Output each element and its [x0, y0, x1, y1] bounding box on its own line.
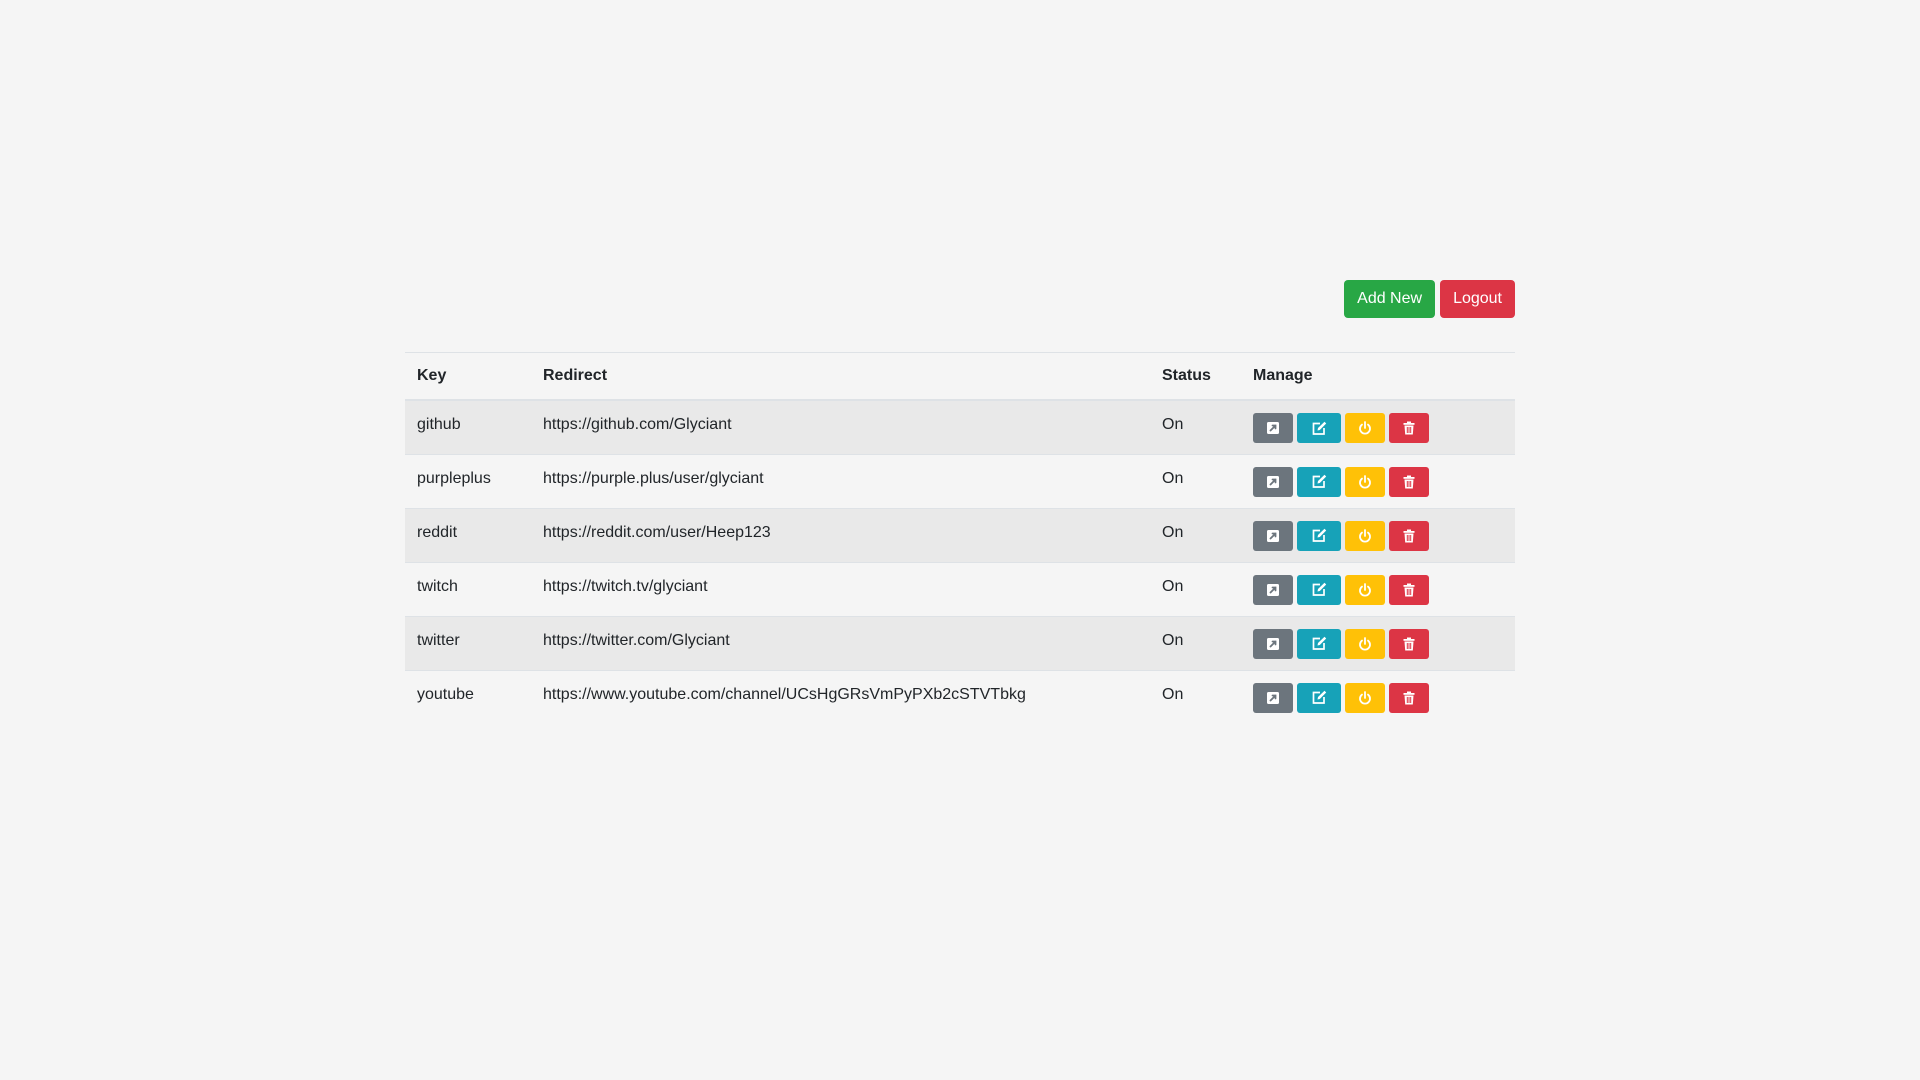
cell-manage — [1241, 453, 1515, 508]
row-actions — [1253, 466, 1503, 497]
cell-key: github — [405, 399, 531, 454]
row-actions — [1253, 682, 1503, 713]
open-button[interactable] — [1253, 682, 1293, 713]
cell-manage — [1241, 615, 1515, 670]
external-link-icon — [1266, 475, 1280, 489]
edit-icon — [1311, 421, 1327, 436]
table-row: purpleplus https://purple.plus/user/glyc… — [405, 453, 1515, 508]
edit-button[interactable] — [1297, 413, 1341, 443]
power-icon — [1358, 690, 1372, 705]
row-actions — [1253, 413, 1503, 443]
power-icon — [1358, 421, 1372, 435]
edit-icon — [1311, 474, 1327, 489]
edit-button[interactable] — [1297, 466, 1341, 497]
cell-status: On — [1150, 669, 1241, 724]
edit-button[interactable] — [1297, 520, 1341, 551]
cell-key: purpleplus — [405, 453, 531, 508]
header-key: Key — [405, 352, 531, 401]
trash-icon — [1403, 421, 1415, 435]
toggle-button[interactable] — [1345, 628, 1385, 659]
table-row: reddit https://reddit.com/user/Heep123 O… — [405, 507, 1515, 562]
table-row: github https://github.com/Glyciant On — [405, 399, 1515, 454]
cell-redirect: https://twitter.com/Glyciant — [531, 615, 1150, 670]
toggle-button[interactable] — [1345, 413, 1385, 443]
toggle-button[interactable] — [1345, 682, 1385, 713]
trash-icon — [1403, 691, 1415, 705]
trash-icon — [1403, 583, 1415, 597]
logout-button[interactable]: Logout — [1440, 280, 1515, 318]
external-link-icon — [1266, 529, 1280, 543]
cell-manage — [1241, 399, 1515, 454]
cell-key: twitter — [405, 615, 531, 670]
open-button[interactable] — [1253, 574, 1293, 605]
edit-icon — [1311, 582, 1327, 597]
cell-status: On — [1150, 615, 1241, 670]
external-link-icon — [1266, 691, 1280, 705]
table-row: twitter https://twitter.com/Glyciant On — [405, 615, 1515, 670]
redirects-panel: Add New Logout Key Redirect Status Manag… — [405, 280, 1515, 724]
delete-button[interactable] — [1389, 520, 1429, 551]
cell-key: twitch — [405, 561, 531, 616]
power-icon — [1358, 474, 1372, 489]
open-button[interactable] — [1253, 628, 1293, 659]
power-icon — [1358, 582, 1372, 597]
redirects-table: Key Redirect Status Manage github https:… — [405, 352, 1515, 724]
edit-icon — [1311, 690, 1327, 705]
cell-manage — [1241, 669, 1515, 724]
trash-icon — [1403, 475, 1415, 489]
edit-button[interactable] — [1297, 682, 1341, 713]
cell-redirect: https://reddit.com/user/Heep123 — [531, 507, 1150, 562]
external-link-icon — [1266, 583, 1280, 597]
delete-button[interactable] — [1389, 574, 1429, 605]
row-actions — [1253, 574, 1503, 605]
external-link-icon — [1266, 421, 1280, 435]
cell-status: On — [1150, 453, 1241, 508]
toggle-button[interactable] — [1345, 520, 1385, 551]
cell-status: On — [1150, 507, 1241, 562]
edit-button[interactable] — [1297, 628, 1341, 659]
cell-key: youtube — [405, 669, 531, 724]
cell-key: reddit — [405, 507, 531, 562]
open-button[interactable] — [1253, 466, 1293, 497]
toggle-button[interactable] — [1345, 574, 1385, 605]
row-actions — [1253, 628, 1503, 659]
cell-status: On — [1150, 561, 1241, 616]
cell-status: On — [1150, 399, 1241, 454]
delete-button[interactable] — [1389, 413, 1429, 443]
table-row: youtube https://www.youtube.com/channel/… — [405, 669, 1515, 724]
cell-manage — [1241, 561, 1515, 616]
cell-manage — [1241, 507, 1515, 562]
edit-icon — [1311, 636, 1327, 651]
table-header: Key Redirect Status Manage — [405, 352, 1515, 401]
header-redirect: Redirect — [531, 352, 1150, 401]
open-button[interactable] — [1253, 413, 1293, 443]
power-icon — [1358, 528, 1372, 543]
table-body: github https://github.com/Glyciant On pu… — [405, 399, 1515, 724]
add-new-button[interactable]: Add New — [1344, 280, 1436, 318]
header-manage: Manage — [1241, 352, 1515, 401]
cell-redirect: https://github.com/Glyciant — [531, 399, 1150, 454]
header-row: Key Redirect Status Manage — [405, 352, 1515, 401]
header-status: Status — [1150, 352, 1241, 401]
toggle-button[interactable] — [1345, 466, 1385, 497]
open-button[interactable] — [1253, 520, 1293, 551]
delete-button[interactable] — [1389, 466, 1429, 497]
trash-icon — [1403, 529, 1415, 543]
row-actions — [1253, 520, 1503, 551]
edit-icon — [1311, 528, 1327, 543]
delete-button[interactable] — [1389, 682, 1429, 713]
cell-redirect: https://www.youtube.com/channel/UCsHgGRs… — [531, 669, 1150, 724]
power-icon — [1358, 636, 1372, 651]
edit-button[interactable] — [1297, 574, 1341, 605]
delete-button[interactable] — [1389, 628, 1429, 659]
cell-redirect: https://twitch.tv/glyciant — [531, 561, 1150, 616]
table-row: twitch https://twitch.tv/glyciant On — [405, 561, 1515, 616]
trash-icon — [1403, 637, 1415, 651]
external-link-icon — [1266, 637, 1280, 651]
cell-redirect: https://purple.plus/user/glyciant — [531, 453, 1150, 508]
toolbar: Add New Logout — [405, 280, 1515, 318]
